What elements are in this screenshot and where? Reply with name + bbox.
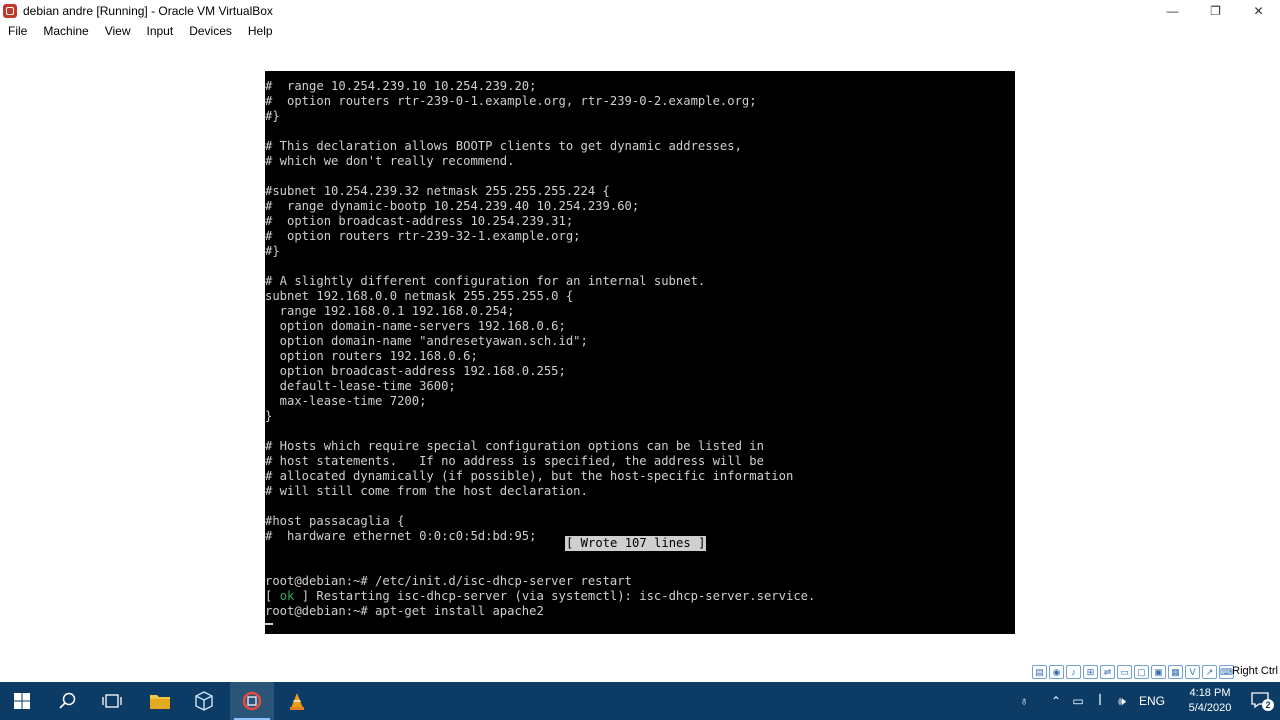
clock-date: 5/4/2020 [1188,702,1232,714]
display-icon[interactable]: ▢ [1134,665,1149,679]
taskbar-virtualbox[interactable] [230,682,274,720]
task-view-button[interactable] [90,682,134,720]
menu-view[interactable]: View [97,21,139,42]
restore-button[interactable]: ❐ [1194,0,1237,21]
window-controls: — ❐ ✕ [1151,0,1280,21]
console-line: option domain-name-servers 192.168.0.6; [265,319,566,333]
virtualbox-icon [3,3,17,18]
console-line: # option routers rtr-239-32-1.example.or… [265,229,581,243]
cpu-icon[interactable]: ▦ [1168,665,1183,679]
ok-line-rest: ] Restarting isc-dhcp-server (via system… [294,589,816,603]
mouse-integration-icon[interactable]: ↗ [1202,665,1217,679]
close-button[interactable]: ✕ [1237,0,1280,21]
ok-bracket-open: [ [265,589,280,603]
console-line: # range dynamic-bootp 10.254.239.40 10.2… [265,199,640,213]
taskbar-app-3d[interactable] [182,682,226,720]
host-key-label: Right Ctrl [1232,665,1278,677]
menu-machine[interactable]: Machine [35,21,96,42]
menu-file[interactable]: File [0,21,35,42]
search-button[interactable] [46,682,90,720]
volume-icon[interactable]: 🕪 [1113,694,1131,709]
console-line: option routers 192.168.0.6; [265,349,478,363]
console-line: # Hosts which require special configurat… [265,439,764,453]
taskbar-vlc[interactable] [275,682,319,720]
vt-x-icon[interactable]: V [1185,665,1200,679]
power-icon[interactable]: ▭ [1069,694,1087,708]
console-line: # option broadcast-address 10.254.239.31… [265,214,574,228]
service-restart-line: [ ok ] Restarting isc-dhcp-server (via s… [265,589,815,604]
console-line: option broadcast-address 192.168.0.255; [265,364,566,378]
people-icon[interactable]: ♁ [1016,694,1032,708]
start-button[interactable] [0,682,44,720]
system-tray: ♁ ⌃ ▭ ꟾ 🕪 ENG [1016,682,1166,720]
console-line: max-lease-time 7200; [265,394,427,408]
console-line: # range 10.254.239.10 10.254.239.20; [265,79,537,93]
wifi-icon[interactable]: ꟾ [1091,694,1109,708]
console-line: #subnet 10.254.239.32 netmask 255.255.25… [265,184,610,198]
hard-disk-icon[interactable]: ▤ [1032,665,1047,679]
menu-help[interactable]: Help [240,21,281,42]
console-line: # hardware ethernet 0:0:c0:5d:bd:95; [265,529,537,543]
console-line: #} [265,109,280,123]
console-line: root@debian:~# apt-get install apache2 [265,604,544,618]
menu-input[interactable]: Input [139,21,182,42]
video-capture-icon[interactable]: ▣ [1151,665,1166,679]
console-line: # which we don't really recommend. [265,154,515,168]
menu-devices[interactable]: Devices [181,21,240,42]
console-line: subnet 192.168.0.0 netmask 255.255.255.0… [265,289,574,303]
vbox-status-bar: ▤ ◉ ♪ ⊞ ⇌ ▭ ▢ ▣ ▦ V ↗ ⌨ Right Ctrl [0,662,1280,682]
console-line: #host passacaglia { [265,514,405,528]
clock-time: 4:18 PM [1189,687,1231,699]
console-line: # A slightly different configuration for… [265,274,706,288]
console-line: root@debian:~# /etc/init.d/isc-dhcp-serv… [265,574,632,588]
taskbar-clock[interactable]: 4:18 PM 5/4/2020 [1182,686,1238,716]
console-line: # allocated dynamically (if possible), b… [265,469,794,483]
console-line: option domain-name "andresetyawan.sch.id… [265,334,588,348]
window-title: debian andre [Running] - Oracle VM Virtu… [23,3,273,18]
network-icon[interactable]: ⊞ [1083,665,1098,679]
language-indicator[interactable]: ENG [1139,694,1165,708]
shared-folders-icon[interactable]: ▭ [1117,665,1132,679]
console-line: #} [265,244,280,258]
windows-taskbar: ♁ ⌃ ▭ ꟾ 🕪 ENG 4:18 PM 5/4/2020 2 [0,682,1280,720]
vm-console[interactable]: # range 10.254.239.10 10.254.239.20; # op… [265,71,1015,634]
show-hidden-icons[interactable]: ⌃ [1047,694,1065,708]
console-line: } [265,409,273,423]
console-line: range 192.168.0.1 192.168.0.254; [265,304,515,318]
cube-app-icon [195,691,213,711]
device-status-icons: ▤ ◉ ♪ ⊞ ⇌ ▭ ▢ ▣ ▦ V ↗ ⌨ [1032,665,1234,679]
notification-count: 2 [1262,699,1274,711]
text-cursor [265,623,273,625]
windows-logo-icon [14,693,30,709]
console-line: # host statements. If no address is spec… [265,454,764,468]
console-line: # will still come from the host declarat… [265,484,588,498]
window-titlebar[interactable]: debian andre [Running] - Oracle VM Virtu… [0,0,1280,21]
ok-status: ok [279,589,295,603]
action-center-button[interactable]: 2 [1250,691,1274,711]
taskbar-file-explorer[interactable] [138,682,182,720]
audio-icon[interactable]: ♪ [1066,665,1081,679]
minimize-button[interactable]: — [1151,0,1194,21]
nano-status-message: [ Wrote 107 lines ] [565,536,707,551]
menu-bar: File Machine View Input Devices Help [0,21,1280,42]
optical-drive-icon[interactable]: ◉ [1049,665,1064,679]
console-line: # option routers rtr-239-0-1.example.org… [265,94,757,108]
task-view-icon [102,694,122,708]
vlc-cone-icon [290,693,304,710]
search-icon [59,692,76,709]
folder-icon [150,695,170,709]
console-line: default-lease-time 3600; [265,379,456,393]
usb-icon[interactable]: ⇌ [1100,665,1115,679]
console-line: # This declaration allows BOOTP clients … [265,139,742,153]
virtualbox-icon [242,691,262,711]
